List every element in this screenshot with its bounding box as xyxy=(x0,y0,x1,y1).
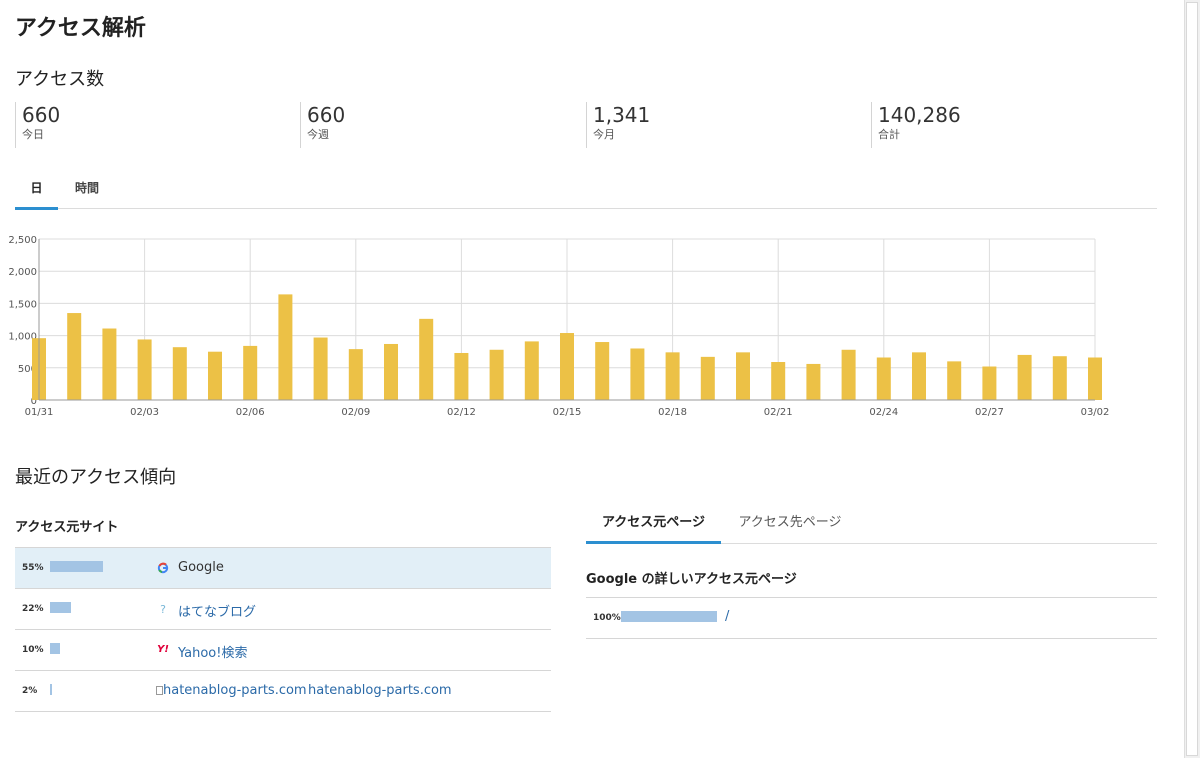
stat-today: 660 今日 xyxy=(15,102,60,148)
tab-day[interactable]: 日 xyxy=(15,176,58,210)
access-count-title: アクセス数 xyxy=(15,69,105,90)
source-percent-bar xyxy=(50,684,52,695)
x-tick-label: 03/02 xyxy=(1081,407,1110,418)
x-tick-label: 02/15 xyxy=(553,407,582,418)
stat-total: 140,286 合計 xyxy=(871,102,961,148)
page-tabs: アクセス元ページ アクセス先ページ xyxy=(586,508,1157,544)
referrer-page-row[interactable]: 100% / xyxy=(586,598,1157,639)
chart-bar-02-28 xyxy=(1017,354,1032,400)
detail-title: Google の詳しいアクセス元ページ xyxy=(586,572,797,587)
page-path-link[interactable]: / xyxy=(725,609,729,624)
chart-bar-02-12 xyxy=(454,352,469,400)
tab-landing-pages[interactable]: アクセス先ページ xyxy=(726,508,854,541)
chart-bar-02-18 xyxy=(665,352,680,400)
stat-value: 1,341 xyxy=(593,103,651,127)
stat-label: 今週 xyxy=(307,128,329,141)
google-g-icon xyxy=(156,562,170,577)
chart-bar-02-11 xyxy=(419,318,434,400)
stat-value: 660 xyxy=(22,103,61,127)
chart-bar-02-22 xyxy=(806,363,821,400)
y-tick-label: 1,500 xyxy=(8,299,37,310)
chart-bar-02-19 xyxy=(700,356,715,400)
source-row-hatenablog-parts[interactable]: 2% hatenablog-parts.com hatenablog-parts… xyxy=(15,671,551,712)
tab-referrer-pages[interactable]: アクセス元ページ xyxy=(586,508,721,544)
x-tick-label: 02/12 xyxy=(447,407,476,418)
chart-bar-02-24 xyxy=(876,357,891,400)
broken-image-alt-text: hatenablog-parts.com xyxy=(163,683,307,698)
y-tick-label: 2,500 xyxy=(8,235,37,246)
chart-bar-02-06 xyxy=(243,345,258,400)
x-tick-label: 02/09 xyxy=(341,407,370,418)
source-row-google[interactable]: 55% Google xyxy=(15,548,551,589)
chart-bar-02-23 xyxy=(841,349,856,400)
chart-bar-02-01 xyxy=(67,313,82,400)
stat-label: 今日 xyxy=(22,128,44,141)
tab-hour[interactable]: 時間 xyxy=(65,176,109,207)
chart-period-tabs: 日 時間 xyxy=(15,176,1157,210)
page-percent-bar xyxy=(621,611,717,622)
yahoo-icon: Y! xyxy=(157,644,169,655)
source-percent: 55% xyxy=(22,563,44,573)
scrollbar-thumb[interactable] xyxy=(1186,2,1198,756)
source-percent: 2% xyxy=(22,686,38,696)
x-tick-label: 02/27 xyxy=(975,407,1004,418)
source-row-hatena[interactable]: 22% ? はてなブログ xyxy=(15,589,551,630)
source-percent: 22% xyxy=(22,604,44,614)
source-sites-table: 55% Google 22% ? はてなブログ 10% Y! Yahoo!検索 … xyxy=(15,547,551,712)
stat-value: 660 xyxy=(307,103,346,127)
chart-bar-03-01 xyxy=(1052,356,1067,400)
chart-bar-02-25 xyxy=(912,352,926,400)
stat-label: 合計 xyxy=(878,128,900,141)
recent-trends-title: 最近のアクセス傾向 xyxy=(15,467,177,488)
chart-bar-02-16 xyxy=(595,342,610,400)
sources-title: アクセス元サイト xyxy=(15,520,119,535)
x-tick-label: 02/18 xyxy=(658,407,687,418)
source-percent-bar xyxy=(50,643,60,654)
source-link[interactable]: はてなブログ xyxy=(178,601,256,620)
chart-bar-02-13 xyxy=(489,349,504,400)
chart-bar-02-15 xyxy=(560,333,574,400)
chart-bar-02-05 xyxy=(208,351,222,400)
x-tick-label: 02/03 xyxy=(130,407,159,418)
x-tick-label: 02/06 xyxy=(236,407,265,418)
source-link[interactable]: Yahoo!検索 xyxy=(178,642,247,661)
hatena-icon: ? xyxy=(160,603,166,616)
source-percent: 10% xyxy=(22,645,44,655)
x-tick-label: 01/31 xyxy=(25,407,54,418)
chart-bar-02-08 xyxy=(313,337,328,400)
chart-bar-02-10 xyxy=(384,343,398,400)
y-tick-label: 2,000 xyxy=(8,267,37,278)
referrer-pages-table: 100% / xyxy=(586,597,1157,639)
source-percent-bar xyxy=(50,561,103,572)
chart-bar-02-03 xyxy=(137,339,152,400)
stat-label: 今月 xyxy=(593,128,615,141)
page-percent: 100% xyxy=(593,613,621,623)
chart-bar-02-09 xyxy=(348,349,363,400)
source-row-yahoo[interactable]: 10% Y! Yahoo!検索 xyxy=(15,630,551,671)
chart-bar-02-21 xyxy=(771,362,786,400)
source-percent-bar xyxy=(50,602,72,613)
stat-value: 140,286 xyxy=(878,103,961,127)
chart-bar-02-07 xyxy=(278,294,293,400)
chart-bar-02-20 xyxy=(736,352,750,400)
chart-bar-02-04 xyxy=(172,347,187,400)
source-name: Google xyxy=(178,560,224,575)
chart-bar-02-26 xyxy=(947,361,962,400)
daily-access-chart: 05001,0001,5002,0002,50001/31 02/03 02/06 0… xyxy=(8,235,1110,418)
stat-month: 1,341 今月 xyxy=(586,102,650,148)
chart-bar-02-02 xyxy=(102,328,117,400)
stat-week: 660 今週 xyxy=(300,102,345,148)
chart-bar-02-17 xyxy=(630,348,645,400)
chart-bar-02-14 xyxy=(524,341,539,400)
source-link[interactable]: hatenablog-parts.com xyxy=(308,683,452,698)
x-tick-label: 02/24 xyxy=(869,407,898,418)
broken-image-icon: hatenablog-parts.com xyxy=(156,683,307,698)
x-tick-label: 02/21 xyxy=(764,407,793,418)
chart-bar-03-02 xyxy=(1088,357,1102,400)
chart-bar-02-27 xyxy=(982,366,997,400)
page-title: アクセス解析 xyxy=(15,16,146,41)
